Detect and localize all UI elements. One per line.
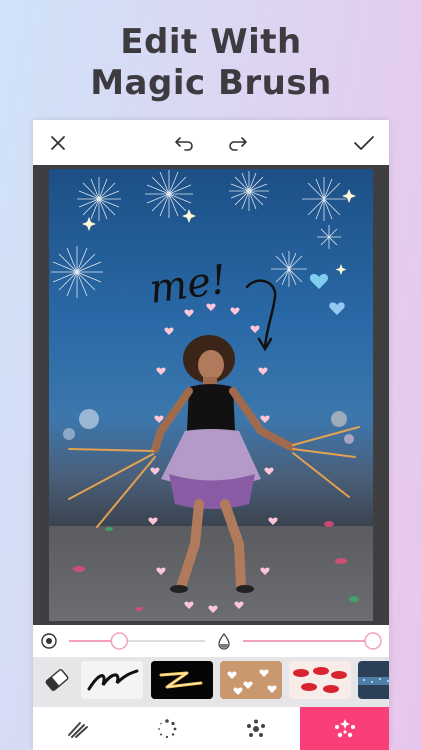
redo-button[interactable] bbox=[223, 128, 253, 158]
brush-lips[interactable] bbox=[289, 661, 351, 699]
brush-black-pen[interactable] bbox=[81, 661, 143, 699]
editor-screen: me! bbox=[33, 120, 389, 750]
headline: Edit With Magic Brush bbox=[0, 22, 422, 104]
brush-picker bbox=[33, 657, 389, 707]
dots-circle-icon bbox=[157, 718, 176, 738]
brush-hearts[interactable] bbox=[220, 661, 282, 699]
slider-row bbox=[33, 625, 389, 657]
opacity-drop-icon bbox=[218, 632, 230, 650]
doodle-text: me! bbox=[146, 257, 229, 313]
top-toolbar bbox=[33, 120, 389, 165]
headline-line-1: Edit With bbox=[120, 22, 302, 62]
dots-cluster-icon bbox=[246, 719, 265, 737]
undo-button[interactable] bbox=[169, 128, 199, 158]
close-button[interactable] bbox=[43, 128, 73, 158]
dots-circle-tab[interactable] bbox=[122, 707, 211, 750]
confirm-button[interactable] bbox=[349, 128, 379, 158]
redo-icon bbox=[229, 137, 247, 151]
magic-tab[interactable] bbox=[300, 707, 389, 750]
edited-photo: me! bbox=[49, 169, 373, 621]
checkmark-icon bbox=[354, 136, 374, 150]
eraser-button[interactable] bbox=[41, 661, 73, 699]
brush-glitter[interactable] bbox=[358, 661, 389, 699]
brush-strokes-tab[interactable] bbox=[33, 707, 122, 750]
eraser-icon bbox=[45, 669, 69, 691]
brush-size-icon bbox=[41, 633, 57, 649]
brush-gold-sparkle[interactable] bbox=[151, 661, 213, 699]
magic-sparkle-icon bbox=[334, 718, 355, 737]
brush-strokes-icon bbox=[67, 721, 88, 738]
headline-line-2: Magic Brush bbox=[90, 63, 332, 103]
opacity-slider[interactable] bbox=[243, 632, 382, 650]
photo-canvas[interactable]: me! bbox=[33, 165, 389, 625]
close-icon bbox=[51, 136, 65, 150]
brush-size-slider[interactable] bbox=[69, 632, 205, 650]
undo-icon bbox=[175, 137, 193, 151]
dots-cluster-tab[interactable] bbox=[211, 707, 300, 750]
dancing-woman bbox=[151, 335, 295, 593]
bottom-tab-bar bbox=[33, 707, 389, 750]
